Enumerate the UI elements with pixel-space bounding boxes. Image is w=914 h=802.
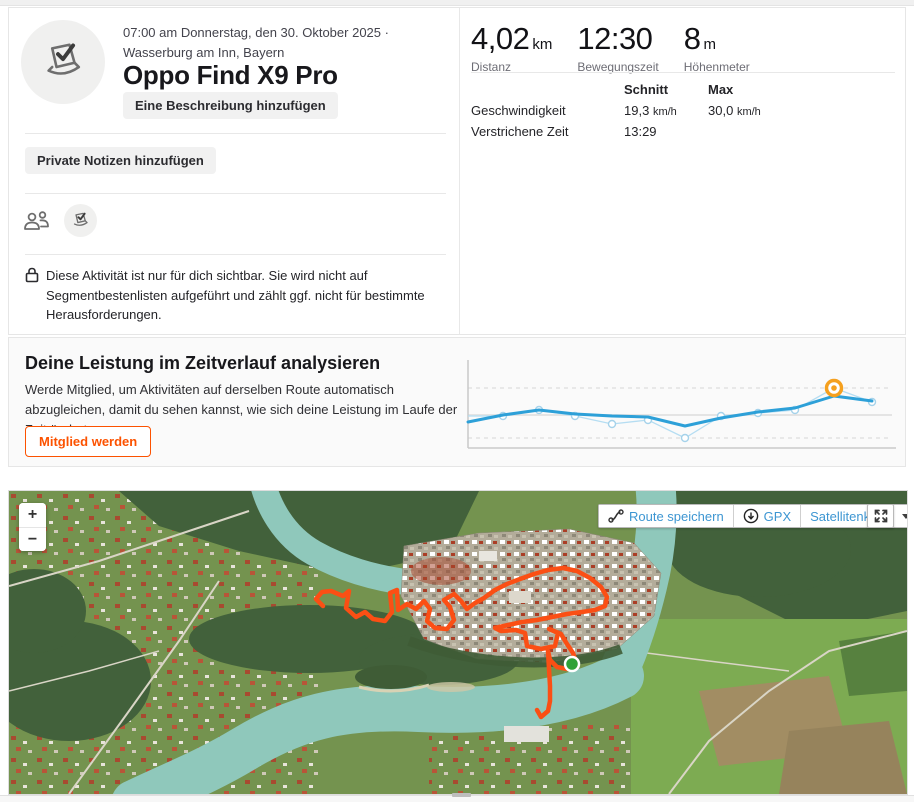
elevation-unit: m <box>703 36 716 53</box>
device-badge <box>64 204 97 237</box>
divider <box>25 254 446 255</box>
divider <box>25 193 446 194</box>
row-label: Verstrichene Zeit <box>471 124 569 139</box>
row-max <box>708 124 828 139</box>
row-max: 30,0 km/h <box>708 103 761 118</box>
row-label: Geschwindigkeit <box>471 103 566 118</box>
activity-attributes-row <box>23 204 97 237</box>
download-icon <box>743 508 758 524</box>
row-avg: 19,3 km/h <box>624 103 677 118</box>
fullscreen-button[interactable] <box>867 504 894 528</box>
distance-value: 4,02 <box>471 21 530 56</box>
become-member-button[interactable]: Mitglied werden <box>25 426 152 457</box>
athletes-icon <box>24 210 49 230</box>
add-private-notes-button[interactable]: Private Notizen hinzufügen <box>25 147 216 174</box>
activity-avatar <box>21 20 105 104</box>
moving-time-value: 12:30 <box>577 21 653 56</box>
route-start-marker <box>563 655 581 673</box>
upsell-banner: Deine Leistung im Zeitverlauf analysiere… <box>8 337 906 467</box>
stat-elevation: 8m Höhenmeter <box>684 21 750 74</box>
zoom-out-button[interactable]: − <box>19 527 46 551</box>
resize-drag-handle[interactable] <box>452 793 471 797</box>
stat-moving-time: 12:30 Bewegungszeit <box>577 21 658 74</box>
gpx-download-button[interactable]: GPX <box>732 505 801 527</box>
row-avg: 13:29 <box>624 124 657 139</box>
stat-distance: 4,02 km Distanz <box>471 21 552 74</box>
stats-divider <box>471 72 895 73</box>
add-description-button[interactable]: Eine Beschreibung hinzufügen <box>123 92 338 119</box>
table-row: Verstrichene Zeit 13:29 <box>471 124 828 139</box>
map-toolbar: Route speichern GPX Satellitenkarte <box>598 504 907 528</box>
distance-unit: km <box>532 36 553 53</box>
avg-header: Schnitt <box>624 82 669 97</box>
save-route-button[interactable]: Route speichern <box>599 505 733 527</box>
route-icon <box>608 509 624 523</box>
zoom-in-button[interactable]: + <box>19 503 46 527</box>
max-header: Max <box>708 82 734 97</box>
activity-summary-card: 07:00 am Donnerstag, den 30. Oktober 202… <box>8 7 906 335</box>
privacy-notice: Diese Aktivität ist nur für dich sichtba… <box>25 266 429 325</box>
activity-datetime: 07:00 am Donnerstag, den 30. Oktober 202… <box>123 25 389 61</box>
column-divider <box>459 8 460 334</box>
performance-sparkline-chart <box>456 356 900 456</box>
satellite-map-image <box>9 491 907 794</box>
chevron-down-icon <box>901 513 907 519</box>
stats-table: Schnitt Max Geschwindigkeit 19,3 km/h 30… <box>471 82 828 145</box>
activity-page: 07:00 am Donnerstag, den 30. Oktober 202… <box>0 0 914 802</box>
divider <box>25 133 446 134</box>
privacy-text: Diese Aktivität ist nur für dich sichtba… <box>46 268 425 322</box>
fullscreen-icon <box>874 509 887 523</box>
primary-stats: 4,02 km Distanz 12:30 Bewegungszeit 8m Hö… <box>471 21 750 74</box>
page-top-strip <box>0 0 914 6</box>
map-zoom-control: + − <box>19 503 46 551</box>
laptop-check-icon <box>73 212 88 226</box>
route-map[interactable]: + − Route speichern GPX Satellitenkarte <box>8 490 908 795</box>
table-row: Geschwindigkeit 19,3 km/h 30,0 km/h <box>471 103 828 118</box>
laptop-check-icon <box>47 43 81 75</box>
activity-title: Oppo Find X9 Pro <box>123 60 338 90</box>
lock-icon <box>25 267 39 283</box>
elevation-value: 8 <box>683 21 701 56</box>
upsell-title: Deine Leistung im Zeitverlauf analysiere… <box>25 353 381 373</box>
stats-table-header: Schnitt Max <box>471 82 828 97</box>
